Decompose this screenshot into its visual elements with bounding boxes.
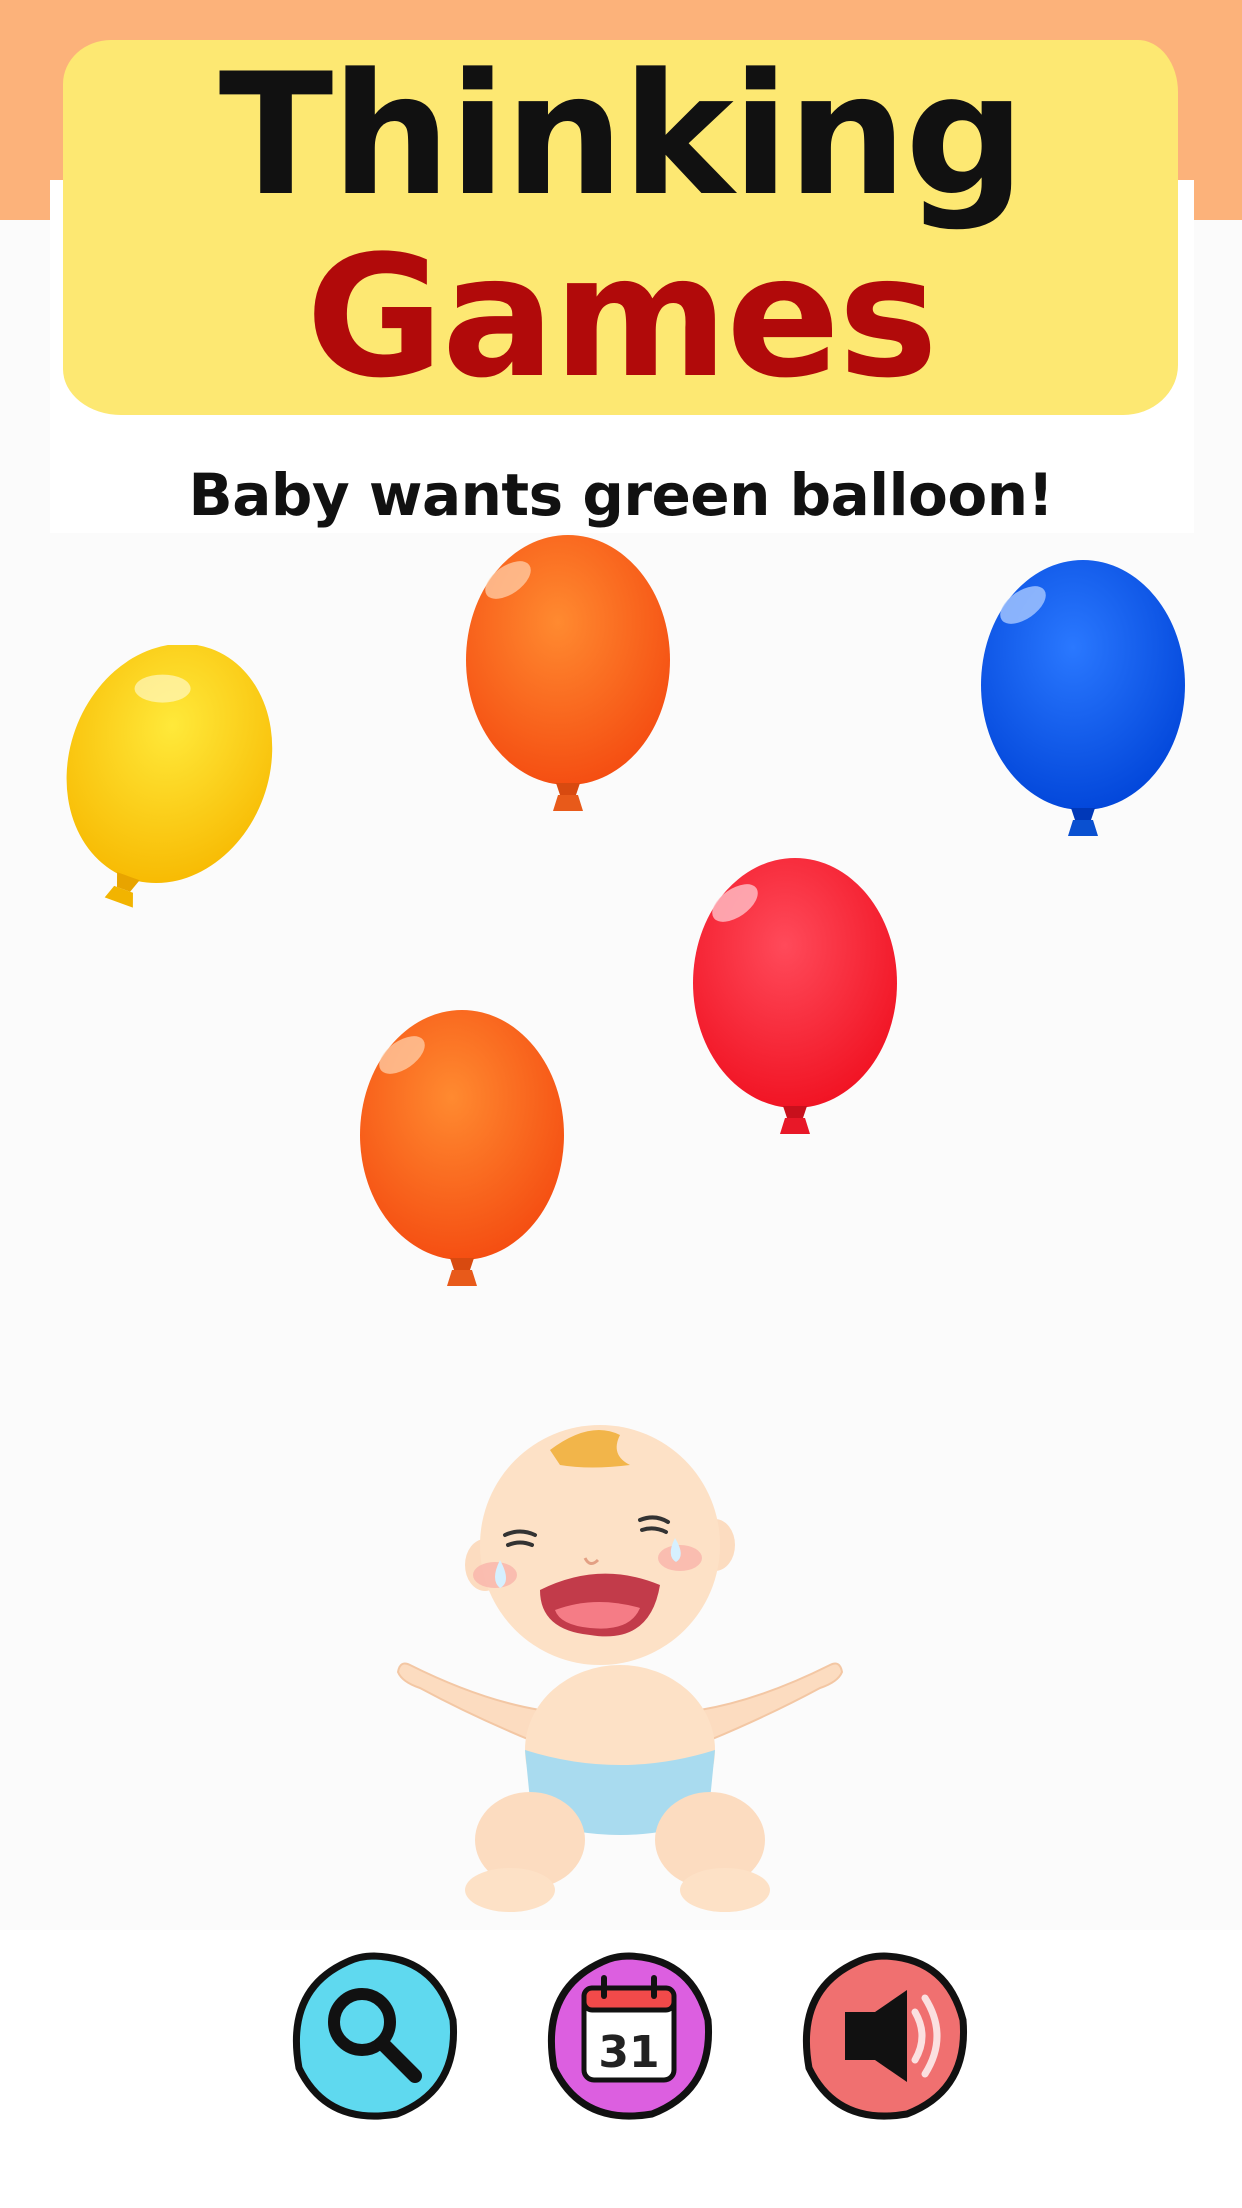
calendar-day: 31	[598, 2027, 659, 2078]
balloon-orange-bottom[interactable]	[357, 1010, 567, 1290]
title-games: Games	[305, 219, 938, 415]
balloon-blue[interactable]	[978, 560, 1188, 840]
search-button[interactable]	[287, 1950, 461, 2124]
calendar-icon: 31	[581, 1975, 677, 2083]
balloon-orange-top[interactable]	[463, 535, 673, 815]
balloon-yellow[interactable]	[60, 645, 275, 925]
audio-button[interactable]	[797, 1950, 971, 2124]
calendar-button[interactable]: 31	[542, 1950, 716, 2124]
prompt-text: Baby wants green balloon!	[188, 461, 1054, 529]
title-thinking: Thinking	[218, 37, 1026, 233]
balloon-red[interactable]	[690, 858, 900, 1138]
crying-baby-illustration	[396, 1425, 844, 1912]
